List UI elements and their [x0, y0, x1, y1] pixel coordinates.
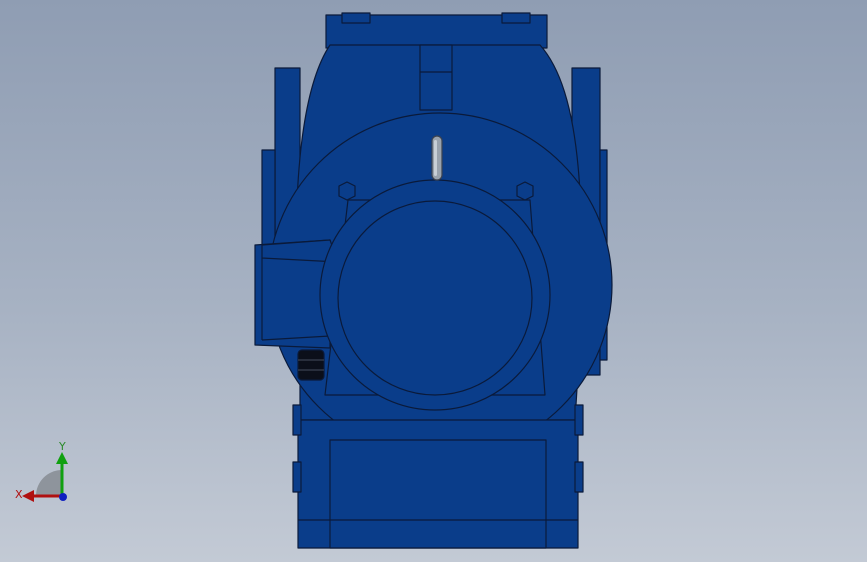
- cad-graphics-viewport[interactable]: Y X: [0, 0, 867, 562]
- motor-body-inner: [337, 200, 533, 396]
- cable-gland: [297, 349, 325, 381]
- coordinate-triad: Y X: [15, 440, 68, 502]
- x-axis-label: X: [15, 488, 23, 501]
- top-bolt-right: [501, 12, 531, 24]
- lower-right-lug: [574, 404, 584, 436]
- hex-bolt-right: [516, 181, 534, 201]
- y-axis-arrow: [56, 452, 68, 464]
- y-axis-label: Y: [58, 440, 66, 453]
- gear-motor-model[interactable]: [0, 0, 867, 562]
- lower-left-lug: [292, 404, 302, 436]
- view-plane-quarter: [36, 470, 62, 496]
- x-axis-arrow: [22, 490, 34, 502]
- lower-right-lug-2: [574, 461, 584, 493]
- lower-left-lug-2: [292, 461, 302, 493]
- z-axis-origin: [59, 493, 67, 501]
- top-bolt-left: [341, 12, 371, 24]
- lower-taper: [329, 439, 547, 549]
- top-rib: [419, 44, 453, 111]
- hex-bolt-left: [338, 181, 356, 201]
